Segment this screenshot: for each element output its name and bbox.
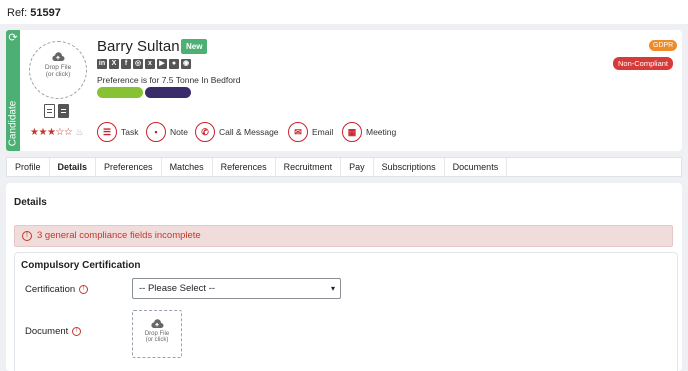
- ref-label: Ref:: [7, 7, 28, 19]
- tab-matches[interactable]: Matches: [162, 158, 213, 176]
- certification-field-label: Certification!: [25, 284, 89, 295]
- star-empty-icon[interactable]: ☆: [55, 127, 64, 138]
- document-drop-line2: (or click): [145, 337, 169, 343]
- refresh-icon[interactable]: ⟳: [7, 32, 19, 44]
- tab-bar: Profile Details Preferences Matches Refe…: [6, 157, 682, 177]
- note-action[interactable]: ▪ Note: [146, 122, 188, 142]
- tab-recruitment[interactable]: Recruitment: [276, 158, 342, 176]
- document-label: Document: [25, 326, 69, 337]
- required-info-icon: !: [72, 326, 82, 336]
- compliance-badge[interactable]: Non-Compliant: [613, 57, 674, 70]
- preference-text: Preference is for 7.5 Tonne In Bedford: [97, 75, 241, 85]
- note-icon: ▪: [146, 122, 166, 142]
- tab-subscriptions[interactable]: Subscriptions: [374, 158, 445, 176]
- new-badge: New: [181, 39, 208, 54]
- tab-documents[interactable]: Documents: [445, 158, 508, 176]
- avatar-drop-line1: Drop File: [44, 64, 72, 71]
- alert-icon: !: [22, 231, 32, 241]
- star-empty-icon[interactable]: ☆: [64, 127, 73, 138]
- tab-pay[interactable]: Pay: [341, 158, 374, 176]
- candidate-name: Barry Sultan: [97, 38, 180, 55]
- phone-icon: ✆: [195, 122, 215, 142]
- candidate-card: ⟳ Candidate Drop File (or click) ★★★☆☆ ♨ …: [6, 30, 682, 151]
- candidate-label: Candidate: [7, 100, 19, 147]
- certification-select[interactable]: -- Please Select -- ▾: [132, 278, 341, 299]
- social-icons: in X f ◎ x ▶ ● ◉: [97, 59, 191, 69]
- task-action[interactable]: ☰ Task: [97, 122, 138, 142]
- avatar-drop-zone[interactable]: Drop File (or click): [29, 41, 87, 99]
- website-icon[interactable]: ●: [169, 59, 179, 69]
- xing-icon[interactable]: x: [145, 59, 155, 69]
- details-title: Details: [14, 197, 47, 208]
- status-pill-green[interactable]: [97, 87, 143, 98]
- certification-select-value: -- Please Select --: [139, 283, 216, 294]
- location-icon[interactable]: ◉: [181, 59, 191, 69]
- facebook-icon[interactable]: f: [121, 59, 131, 69]
- meeting-action[interactable]: ▦ Meeting: [342, 122, 396, 142]
- note-label: Note: [170, 127, 188, 137]
- required-info-icon: !: [79, 284, 89, 294]
- ref-value: 51597: [30, 7, 61, 19]
- document-filled-icon[interactable]: [58, 104, 69, 118]
- youtube-icon[interactable]: ▶: [157, 59, 167, 69]
- document-drop-zone[interactable]: Drop File (or click): [132, 310, 182, 358]
- star-filled-icon[interactable]: ★: [38, 127, 47, 138]
- meeting-label: Meeting: [366, 127, 397, 137]
- avatar-drop-line2: (or click): [45, 71, 71, 78]
- cloud-upload-icon: [52, 52, 65, 61]
- compliance-alert-text: 3 general compliance fields incomplete: [37, 230, 201, 241]
- document-icons: [44, 104, 69, 118]
- call-message-action[interactable]: ✆ Call & Message: [195, 122, 279, 142]
- cloud-upload-icon: [151, 319, 164, 328]
- call-message-label: Call & Message: [219, 127, 279, 137]
- compulsory-certification-section: Compulsory Certification Certification! …: [14, 252, 678, 371]
- calendar-icon: ▦: [342, 122, 362, 142]
- task-label: Task: [121, 127, 139, 137]
- candidate-strip: ⟳ Candidate: [6, 30, 20, 151]
- document-outline-icon[interactable]: [44, 104, 55, 118]
- email-action[interactable]: ✉ Email: [288, 122, 333, 142]
- chevron-down-icon: ▾: [330, 284, 335, 293]
- ref-bar: Ref: 51597: [0, 0, 688, 24]
- x-icon[interactable]: X: [109, 59, 119, 69]
- linkedin-icon[interactable]: in: [97, 59, 107, 69]
- document-field-label: Document!: [25, 326, 82, 337]
- certification-label: Certification: [25, 284, 76, 295]
- tab-details[interactable]: Details: [50, 158, 97, 176]
- task-icon: ☰: [97, 122, 117, 142]
- compliance-alert: ! 3 general compliance fields incomplete: [14, 225, 673, 247]
- email-icon: ✉: [288, 122, 308, 142]
- email-label: Email: [312, 127, 334, 137]
- status-pill-purple[interactable]: [145, 87, 191, 98]
- gdpr-badge[interactable]: GDPR: [649, 40, 678, 51]
- details-panel: Details ! 3 general compliance fields in…: [6, 183, 682, 371]
- star-rating[interactable]: ★★★☆☆ ♨: [30, 127, 83, 138]
- instagram-icon[interactable]: ◎: [133, 59, 143, 69]
- flame-icon[interactable]: ♨: [75, 127, 83, 137]
- tab-references[interactable]: References: [213, 158, 276, 176]
- tab-profile[interactable]: Profile: [7, 158, 50, 176]
- section-title: Compulsory Certification: [21, 260, 141, 271]
- tab-preferences[interactable]: Preferences: [96, 158, 162, 176]
